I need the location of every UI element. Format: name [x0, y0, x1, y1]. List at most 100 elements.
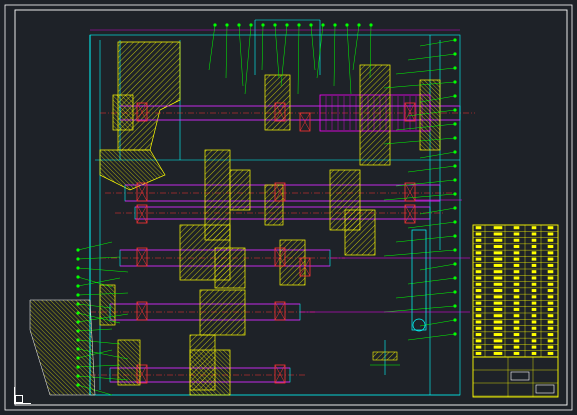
leader-line: [352, 24, 360, 71]
balloon-top-12: [345, 23, 349, 27]
cad-drawing-viewport[interactable]: [0, 0, 577, 415]
balloon-right-2: [453, 52, 457, 56]
parts-list-text: [547, 232, 554, 236]
balloon-right-18: [453, 276, 457, 280]
parts-list-text: [547, 314, 554, 318]
parts-list-text: [493, 320, 503, 324]
parts-list-text: [513, 339, 520, 343]
parts-list-text: [475, 314, 482, 318]
balloon-right-7: [453, 122, 457, 126]
parts-list-text: [547, 320, 554, 324]
parts-list-text: [493, 257, 503, 261]
balloon-right-21: [453, 318, 457, 322]
leader-line: [77, 241, 113, 251]
parts-list-text: [513, 245, 520, 249]
parts-list-text: [513, 307, 520, 311]
leader-line: [333, 24, 336, 87]
parts-list-text: [531, 257, 537, 261]
balloon-right-10: [453, 164, 457, 168]
balloon-top-1: [213, 23, 217, 27]
parts-list-text: [531, 282, 537, 286]
balloon-top-7: [285, 23, 289, 27]
parts-list-text: [475, 295, 482, 299]
gear-3: [229, 169, 251, 211]
parts-list-text: [493, 314, 503, 318]
gear-1: [359, 64, 391, 166]
parts-list-text: [531, 238, 537, 242]
leader-line: [261, 24, 264, 71]
parts-list-text: [513, 257, 520, 261]
parts-list-text: [513, 251, 520, 255]
balloon-top-14: [369, 23, 373, 27]
parts-list-text: [513, 351, 520, 355]
parts-list-text: [475, 270, 482, 274]
parts-list-text: [531, 326, 537, 330]
parts-list-text: [531, 333, 537, 337]
end-cap-4: [117, 339, 141, 386]
parts-list-text: [493, 326, 503, 330]
end-cap-5: [189, 349, 231, 396]
parts-list-text: [547, 333, 554, 337]
parts-list-text: [513, 270, 520, 274]
balloon-right-11: [453, 178, 457, 182]
parts-list-text: [531, 276, 537, 280]
parts-list-text: [493, 301, 503, 305]
parts-list-text: [547, 326, 554, 330]
parts-list-text: [493, 238, 503, 242]
parts-list-text: [475, 238, 482, 242]
balloon-top-3: [237, 23, 241, 27]
parts-list-text: [475, 307, 482, 311]
parts-list-text: [547, 307, 554, 311]
leader-line: [225, 24, 228, 79]
parts-list-text: [547, 295, 554, 299]
parts-list-text: [475, 339, 482, 343]
balloon-left-6: [76, 293, 80, 297]
parts-list-text: [493, 270, 503, 274]
parts-list-text: [513, 226, 520, 230]
leader-line: [419, 39, 456, 47]
leader-line: [274, 24, 280, 79]
balloon-top-4: [249, 23, 253, 27]
balloon-right-5: [453, 94, 457, 98]
parts-list-text: [547, 339, 554, 343]
parts-list-text: [475, 232, 482, 236]
title-block-frame: [472, 224, 559, 398]
balloon-top-9: [309, 23, 313, 27]
parts-list-text: [475, 301, 482, 305]
gear-6: [214, 247, 246, 289]
balloon-right-8: [453, 136, 457, 140]
assembly-drawing: [4, 4, 573, 411]
parts-list-text: [531, 301, 537, 305]
gear-11: [344, 209, 376, 256]
parts-list-text: [493, 282, 503, 286]
parts-list-text: [493, 351, 503, 355]
ucs-icon: [14, 387, 31, 404]
gear-8: [279, 239, 306, 286]
parts-list-text: [531, 232, 537, 236]
balloon-left-2: [76, 257, 80, 261]
leader-line: [407, 53, 456, 61]
parts-list-text: [493, 232, 503, 236]
parts-list-text: [531, 226, 537, 230]
balloon-right-17: [453, 262, 457, 266]
balloon-top-5: [261, 23, 265, 27]
parts-list-text: [493, 339, 503, 343]
parts-list-text: [531, 245, 537, 249]
parts-list-text: [513, 301, 520, 305]
parts-list-text: [531, 351, 537, 355]
parts-list-text: [493, 345, 503, 349]
parts-list-text: [513, 232, 520, 236]
lever-arm: [411, 229, 427, 331]
parts-list-text: [513, 238, 520, 242]
balloon-top-11: [333, 23, 337, 27]
parts-list-text: [513, 314, 520, 318]
parts-list-text: [513, 345, 520, 349]
base-foot-hatched: [29, 299, 96, 396]
parts-list-text: [531, 345, 537, 349]
leader-line: [77, 267, 129, 273]
leader-line: [244, 24, 252, 95]
title-name-box: [510, 371, 530, 381]
parts-list-text: [513, 276, 520, 280]
parts-list-text: [513, 295, 520, 299]
balloon-right-12: [453, 192, 457, 196]
